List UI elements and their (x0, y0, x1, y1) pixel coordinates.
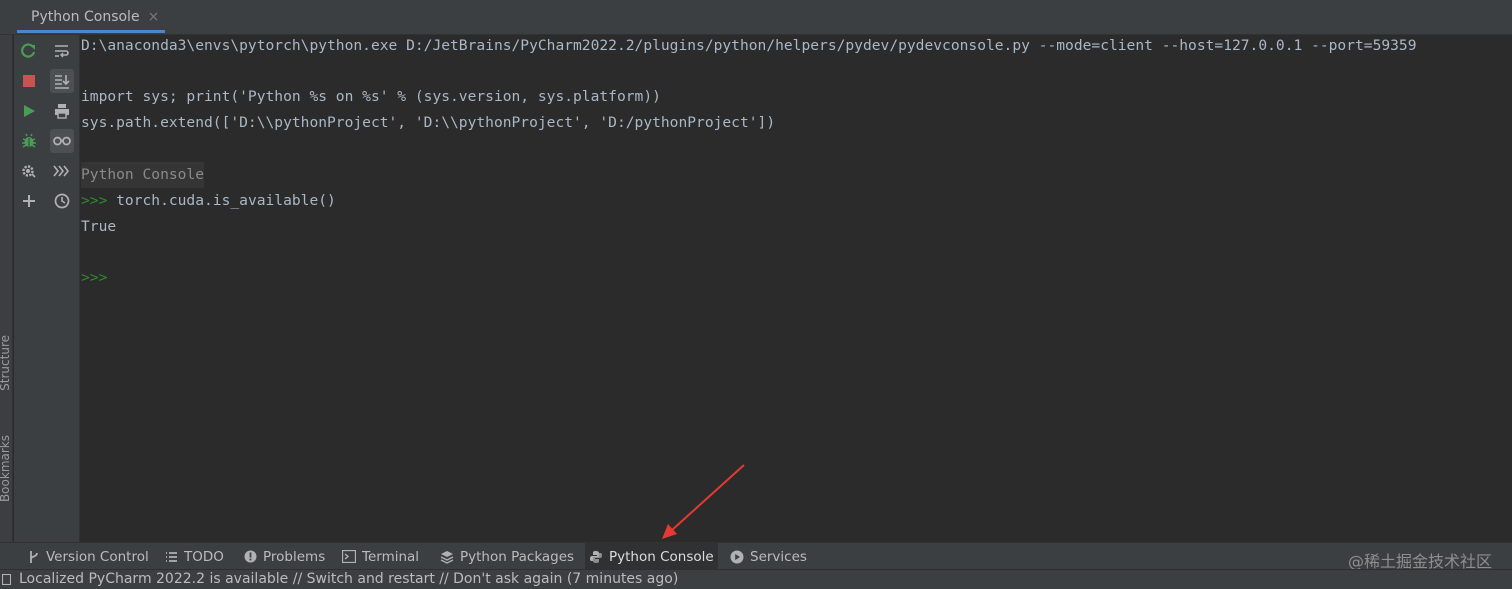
tab-services-label: Services (750, 548, 807, 565)
tab-version-control-label: Version Control (46, 548, 149, 565)
toggle-tool-windows-icon[interactable] (2, 574, 11, 585)
play-circle-icon (730, 550, 744, 563)
console-toolbar-right (45, 35, 80, 542)
tab-todo[interactable]: TODO (161, 543, 228, 570)
active-prompt[interactable]: >>> (81, 265, 107, 291)
close-icon[interactable]: × (148, 9, 160, 25)
prompt-marker: >>> (81, 192, 108, 209)
show-variables-icon[interactable] (50, 129, 74, 153)
tab-terminal-label: Terminal (362, 548, 420, 565)
python-icon (590, 550, 602, 563)
command-line: D:\anaconda3\envs\pytorch\python.exe D:/… (81, 37, 1417, 54)
tab-todo-label: TODO (184, 548, 224, 565)
info-icon (244, 550, 257, 563)
tab-python-console-bottom[interactable]: Python Console (585, 543, 718, 570)
execute-forward-icon[interactable] (50, 159, 74, 183)
console-banner: Python Console (81, 162, 205, 188)
tab-problems[interactable]: Problems (240, 543, 329, 570)
tab-problems-label: Problems (263, 548, 326, 565)
tab-python-console-bottom-label: Python Console (609, 548, 714, 565)
left-side-strip: Structure Bookmarks (0, 35, 13, 542)
scroll-to-end-icon[interactable] (50, 69, 74, 93)
stop-icon[interactable] (17, 69, 41, 93)
run-icon[interactable] (17, 99, 41, 123)
settings-gear-icon[interactable] (17, 159, 41, 183)
rerun-icon[interactable] (17, 39, 41, 63)
status-message[interactable]: Localized PyCharm 2022.2 is available //… (19, 570, 678, 589)
print-icon[interactable] (50, 99, 74, 123)
tool-window-tabbar: Python Console × (0, 0, 1512, 35)
output-result: True (81, 218, 117, 235)
list-icon (166, 551, 177, 562)
console-toolbar-left (14, 35, 45, 542)
status-bar: Localized PyCharm 2022.2 is available //… (0, 569, 1512, 589)
tab-version-control[interactable]: Version Control (24, 543, 153, 570)
branch-icon (30, 550, 38, 563)
tab-terminal[interactable]: Terminal (338, 543, 423, 570)
sys-path-line: sys.path.extend(['D:\\pythonProject', 'D… (81, 114, 776, 131)
console-output[interactable]: D:\anaconda3\envs\pytorch\python.exe D:/… (80, 35, 1512, 542)
terminal-icon (342, 550, 356, 563)
history-clock-icon[interactable] (50, 189, 74, 213)
bookmarks-side-tab[interactable]: Bookmarks (0, 435, 12, 502)
tab-python-console-label: Python Console (31, 8, 140, 25)
tab-python-packages[interactable]: Python Packages (436, 543, 578, 570)
structure-side-tab[interactable]: Structure (0, 335, 12, 391)
add-icon[interactable] (17, 189, 41, 213)
layers-icon (440, 550, 454, 564)
import-line: import sys; print('Python %s on %s' % (s… (81, 88, 661, 105)
tab-python-packages-label: Python Packages (460, 548, 575, 565)
tab-services[interactable]: Services (726, 543, 811, 570)
debug-icon[interactable] (17, 129, 41, 153)
input-command: torch.cuda.is_available() (107, 192, 336, 209)
input-line: >>> torch.cuda.is_available() (81, 188, 336, 214)
soft-wrap-icon[interactable] (50, 39, 74, 63)
bottom-tool-window-bar: Version Control TODO Problems Terminal P… (0, 542, 1512, 571)
tab-python-console[interactable]: Python Console × (17, 0, 165, 33)
